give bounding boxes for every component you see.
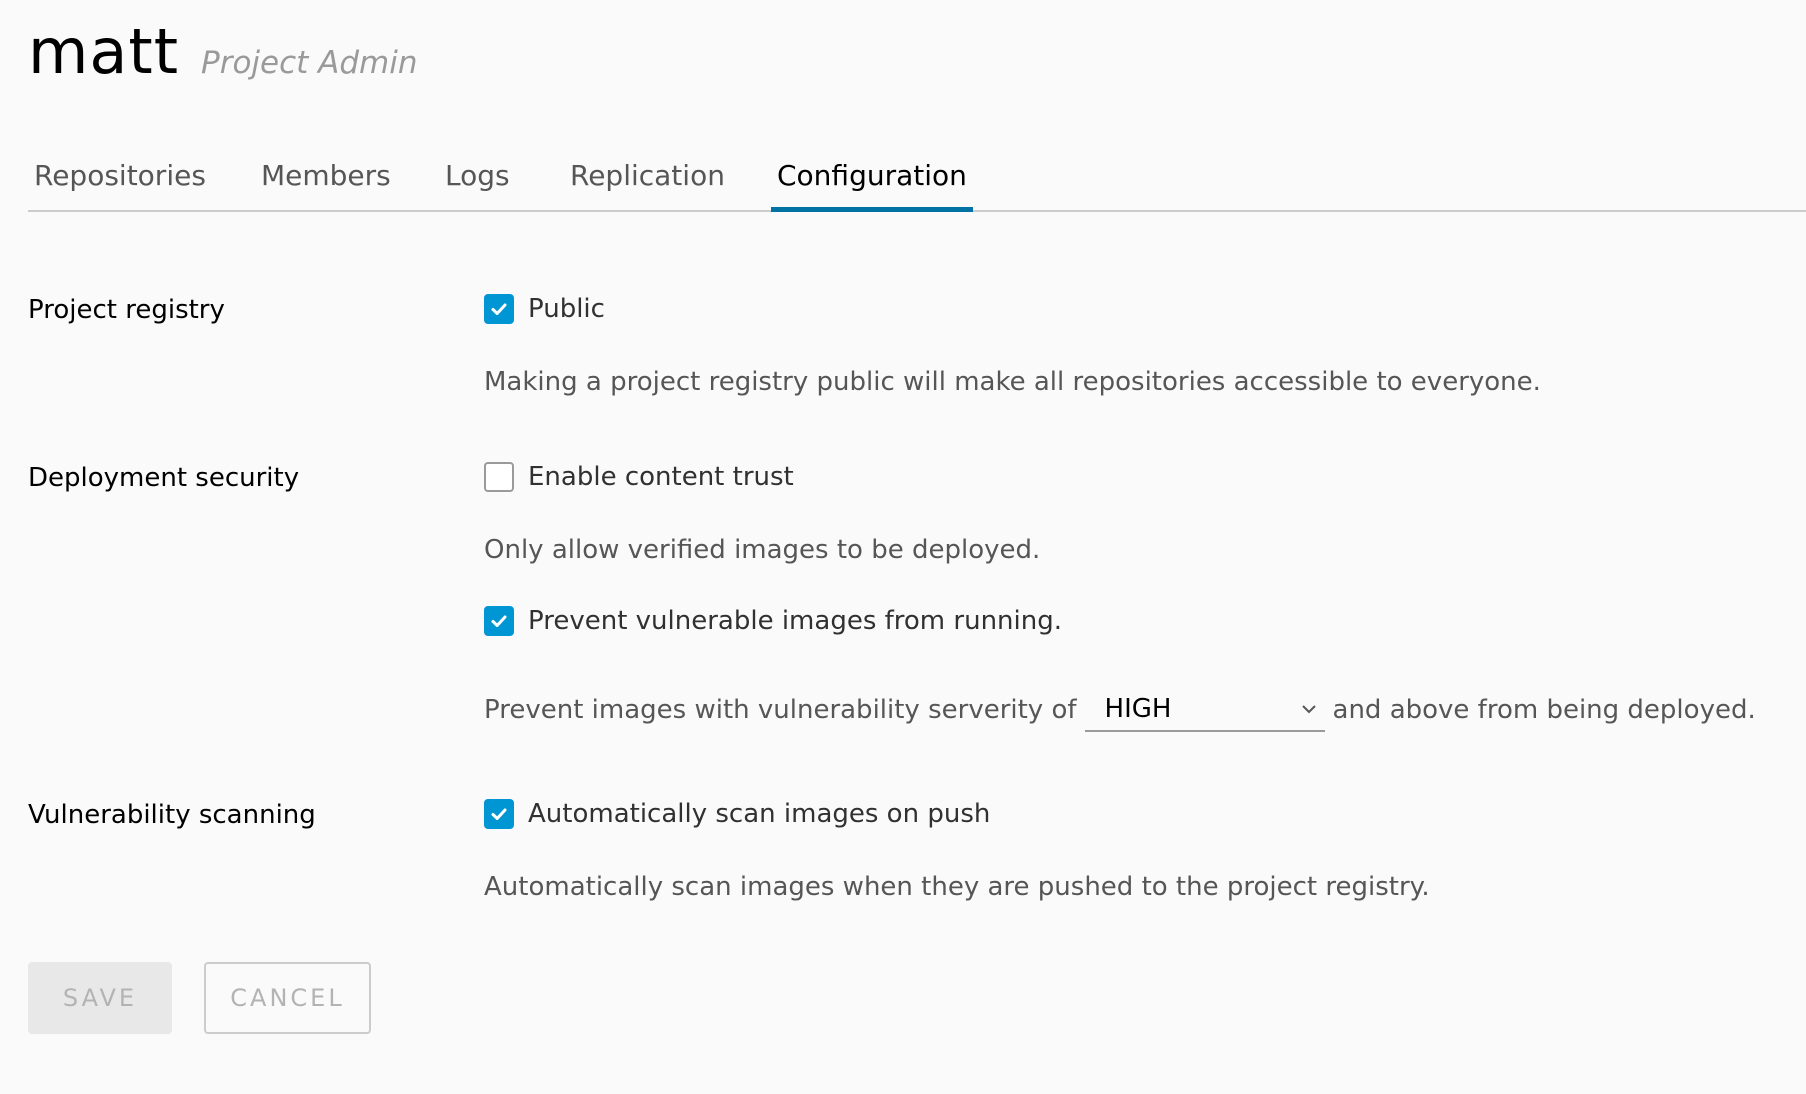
- severity-select[interactable]: HIGH: [1084, 688, 1325, 732]
- content-trust-description: Only allow verified images to be deploye…: [484, 535, 1041, 565]
- auto-scan-description: Automatically scan images when they are …: [484, 872, 1430, 902]
- page-header: matt Project Admin: [28, 15, 418, 88]
- severity-row: Prevent images with vulnerability server…: [484, 688, 1756, 732]
- check-icon: [491, 615, 507, 627]
- auto-scan-checkbox[interactable]: [484, 799, 514, 829]
- tab-logs[interactable]: Logs: [445, 150, 510, 210]
- chevron-down-icon: [1301, 705, 1316, 714]
- public-description: Making a project registry public will ma…: [484, 367, 1541, 397]
- prevent-vulnerable-option[interactable]: Prevent vulnerable images from running.: [484, 606, 1062, 636]
- vulnerability-scanning-label: Vulnerability scanning: [28, 800, 316, 830]
- save-button[interactable]: SAVE: [28, 962, 172, 1034]
- content-trust-option[interactable]: Enable content trust: [484, 462, 794, 492]
- auto-scan-option[interactable]: Automatically scan images on push: [484, 799, 990, 829]
- public-label: Public: [528, 294, 605, 324]
- tab-bar: Repositories Members Logs Replication Co…: [28, 150, 1806, 212]
- deployment-security-label: Deployment security: [28, 463, 300, 493]
- severity-suffix: and above from being deployed.: [1332, 695, 1756, 725]
- tab-repositories[interactable]: Repositories: [34, 150, 206, 210]
- check-icon: [491, 808, 507, 820]
- content-trust-label: Enable content trust: [528, 462, 794, 492]
- project-registry-label: Project registry: [28, 295, 225, 325]
- content-trust-checkbox[interactable]: [484, 462, 514, 492]
- severity-prefix: Prevent images with vulnerability server…: [484, 695, 1077, 725]
- prevent-vulnerable-checkbox[interactable]: [484, 606, 514, 636]
- tab-replication[interactable]: Replication: [570, 150, 725, 210]
- tab-members[interactable]: Members: [261, 150, 391, 210]
- check-icon: [491, 303, 507, 315]
- public-option[interactable]: Public: [484, 294, 605, 324]
- tab-configuration[interactable]: Configuration: [771, 150, 973, 212]
- public-checkbox[interactable]: [484, 294, 514, 324]
- auto-scan-label: Automatically scan images on push: [528, 799, 991, 829]
- prevent-vulnerable-label: Prevent vulnerable images from running.: [528, 606, 1062, 636]
- project-role: Project Admin: [201, 45, 418, 81]
- severity-value: HIGH: [1104, 694, 1172, 724]
- cancel-button[interactable]: CANCEL: [204, 962, 371, 1034]
- project-name: matt: [28, 15, 180, 88]
